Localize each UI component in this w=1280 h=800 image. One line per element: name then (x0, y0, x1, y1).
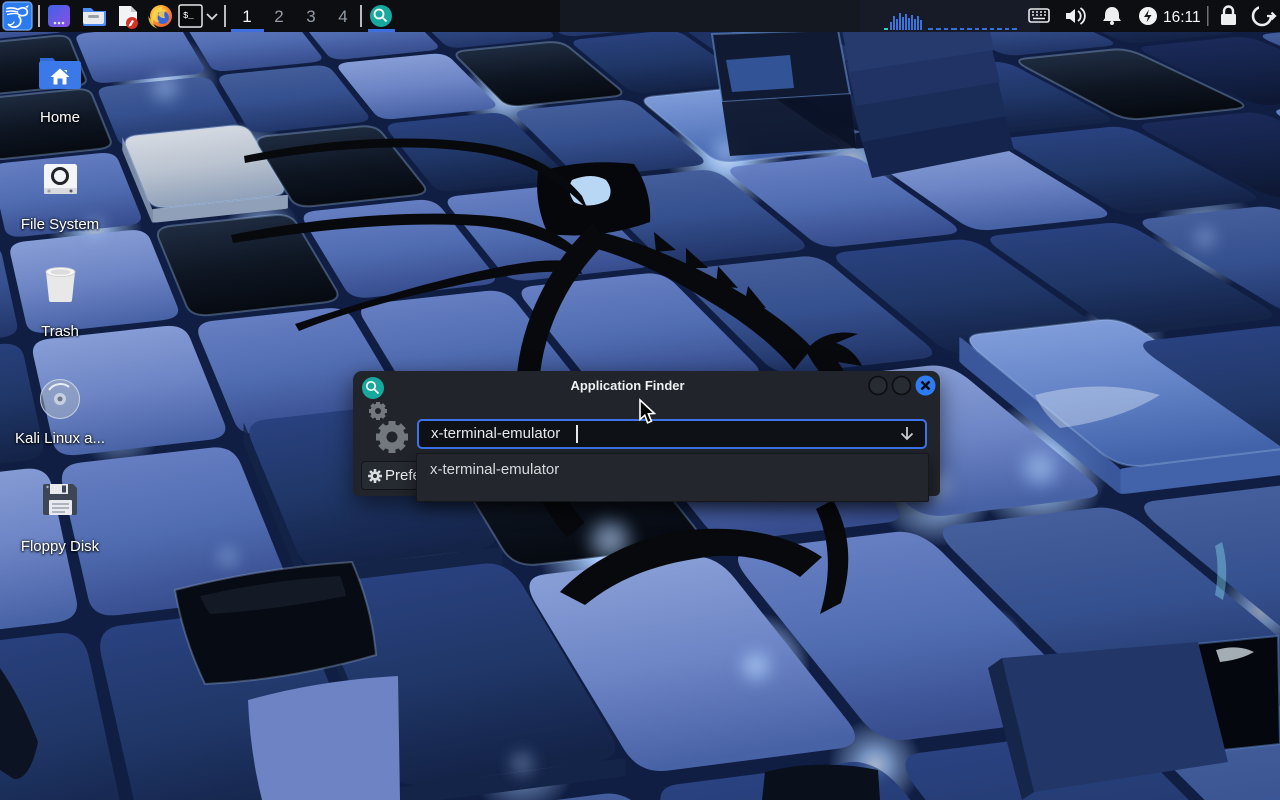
svg-text:$_: $_ (183, 11, 194, 21)
svg-text:1: 1 (242, 7, 251, 26)
svg-text:2: 2 (274, 7, 283, 26)
svg-text:3: 3 (306, 7, 315, 26)
svg-text:16:11: 16:11 (1163, 9, 1201, 26)
svg-text:4: 4 (338, 7, 347, 26)
